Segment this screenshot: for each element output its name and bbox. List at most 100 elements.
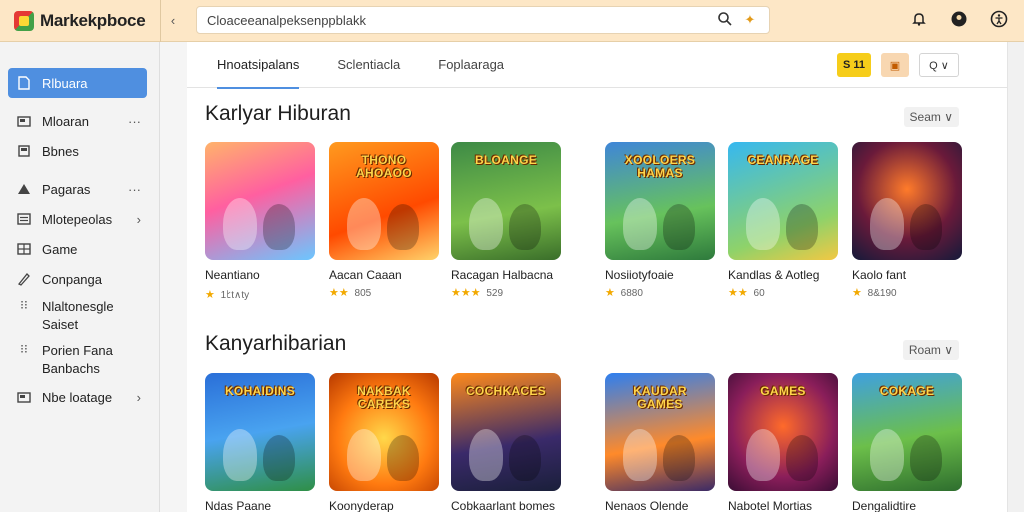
app-thumbnail[interactable] xyxy=(852,142,962,260)
app-card[interactable]: COCHKACES Cobkaarlant bomes xyxy=(451,373,561,512)
app-name[interactable]: Ndas Paane xyxy=(205,499,315,512)
app-rating: ★ 1ﾋt∧ty xyxy=(205,289,250,301)
app-name[interactable]: Nabotel Mortias xyxy=(728,499,838,512)
app-thumbnail[interactable]: GAMES xyxy=(728,373,838,491)
character-figure xyxy=(910,435,942,481)
character-figure xyxy=(786,435,818,481)
folder-icon xyxy=(16,390,32,404)
star-icon: ★★ xyxy=(728,287,748,299)
collapse-chevron-icon[interactable]: ‹ xyxy=(161,13,185,28)
view-toggle-button[interactable]: ▣ xyxy=(881,53,909,77)
app-rating: ★ 8&190 xyxy=(852,287,897,299)
app-name[interactable]: Dengalidtire xyxy=(852,499,962,512)
accessibility-icon[interactable] xyxy=(988,8,1010,30)
app-name[interactable]: Koonyderap xyxy=(329,499,439,512)
main-content: Hnoatsipalans Sclentiacla Foplaaraga S 1… xyxy=(187,42,1007,512)
folder-icon xyxy=(16,114,32,128)
search-icon[interactable] xyxy=(717,11,739,30)
app-name[interactable]: Nosiiotyfoaie xyxy=(605,268,715,282)
star-icon: ★ xyxy=(205,289,215,301)
app-card[interactable]: BLOANGE Racagan Halbacna ★★★ 529 xyxy=(451,142,561,299)
notifications-icon[interactable] xyxy=(908,8,930,30)
app-thumbnail[interactable]: XOOLOERS HAMAS xyxy=(605,142,715,260)
app-thumbnail[interactable]: CEANRAGE xyxy=(728,142,838,260)
sidebar-item-6[interactable]: Conpanga xyxy=(0,264,159,294)
app-card[interactable]: XOOLOERS HAMAS Nosiiotyfoaie ★ 6880 xyxy=(605,142,715,299)
sidebar-item-label: Mloaran xyxy=(42,113,89,129)
app-name[interactable]: Kandlas & Aotleg xyxy=(728,268,838,282)
app-thumbnail[interactable] xyxy=(205,142,315,260)
character-figure xyxy=(663,204,695,250)
account-icon[interactable] xyxy=(948,8,970,30)
app-card[interactable]: Kaolo fant ★ 8&190 xyxy=(852,142,962,299)
sidebar-item-8[interactable]: ⁝⁝ Porien Fana Banbachs xyxy=(0,338,159,382)
filter-button[interactable]: S 11 xyxy=(837,53,871,77)
tab-0[interactable]: Hnoatsipalans xyxy=(217,42,300,89)
character-figure xyxy=(263,435,295,481)
thumbnail-title: COKAGE xyxy=(879,384,935,398)
character-figure xyxy=(347,429,381,481)
sidebar-item-9[interactable]: Nbe loatage › xyxy=(0,382,159,412)
app-thumbnail[interactable]: KAUDAR GAMES xyxy=(605,373,715,491)
see-all-button[interactable]: Seam ∨ xyxy=(903,107,959,127)
list-icon xyxy=(16,212,32,226)
sidebar-item-label: Bbnes xyxy=(42,143,79,159)
sidebar-item-1[interactable]: Mloaran ··· xyxy=(0,106,159,136)
search-bar[interactable]: Cloaceeanalpeksenppblakk ✦ xyxy=(196,6,770,34)
search-input[interactable]: Cloaceeanalpeksenppblakk xyxy=(207,13,717,28)
app-name[interactable]: Kaolo fant xyxy=(852,268,962,282)
app-card[interactable]: KOHAIDINS Ndas Paane xyxy=(205,373,315,512)
star-icon: ★★ xyxy=(329,287,349,299)
app-card[interactable]: KAUDAR GAMES Nenaos Olende xyxy=(605,373,715,512)
voice-search-icon[interactable]: ✦ xyxy=(739,12,761,28)
app-card[interactable]: GAMES Nabotel Mortias xyxy=(728,373,838,512)
see-all-button[interactable]: Roam ∨ xyxy=(902,340,959,360)
app-thumbnail[interactable]: COCHKACES xyxy=(451,373,561,491)
thumbnail-title: NAKBAK CAREKS xyxy=(357,384,411,411)
more-icon[interactable]: ··· xyxy=(128,182,141,197)
sidebar-item-label: Rlbuara xyxy=(42,75,88,91)
sidebar-item-2[interactable]: Bbnes xyxy=(0,136,159,166)
sidebar-item-5[interactable]: Game xyxy=(0,234,159,264)
more-icon[interactable]: ··· xyxy=(128,114,141,129)
scrollbar[interactable] xyxy=(1007,42,1024,512)
sidebar-item-sublabel: Saiset xyxy=(42,317,79,332)
app-thumbnail[interactable]: NAKBAK CAREKS xyxy=(329,373,439,491)
app-card[interactable]: Neantiano ★ 1ﾋt∧ty xyxy=(205,142,315,301)
sidebar-item-label: Nlaltonesgle xyxy=(42,299,114,314)
app-card[interactable]: CEANRAGE Kandlas & Aotleg ★★ 60 xyxy=(728,142,838,299)
grid-icon xyxy=(16,242,32,256)
app-name[interactable]: Nenaos Olende xyxy=(605,499,715,512)
app-thumbnail[interactable]: COKAGE xyxy=(852,373,962,491)
app-thumbnail[interactable]: KOHAIDINS xyxy=(205,373,315,491)
thumbnail-title: XOOLOERS HAMAS xyxy=(624,153,696,180)
app-card[interactable]: NAKBAK CAREKS Koonyderap xyxy=(329,373,439,512)
tab-1[interactable]: Sclentiacla xyxy=(337,42,400,88)
app-name[interactable]: Cobkaarlant bomes xyxy=(451,499,561,512)
sidebar-item-4[interactable]: Mlotepeolas › xyxy=(0,204,159,234)
app-name[interactable]: Aacan Caaan xyxy=(329,268,439,282)
chevron-right-icon[interactable]: › xyxy=(137,390,141,405)
app-card[interactable]: COKAGE Dengalidtire xyxy=(852,373,962,512)
app-card[interactable]: THONO AHOAOO Aacan Caaan ★★ 805 xyxy=(329,142,439,299)
character-figure xyxy=(870,198,904,250)
document-icon xyxy=(16,76,32,90)
sort-dropdown[interactable]: Q ∨ xyxy=(919,53,959,77)
sidebar-item-7[interactable]: ⁝⁝ Nlaltonesgle Saiset xyxy=(0,294,159,338)
character-figure xyxy=(786,204,818,250)
dots-icon: ⁝⁝ xyxy=(20,342,28,356)
app-thumbnail[interactable]: THONO AHOAOO xyxy=(329,142,439,260)
character-figure xyxy=(746,429,780,481)
thumbnail-title: CEANRAGE xyxy=(747,153,819,167)
dots-icon: ⁝⁝ xyxy=(20,298,28,312)
app-name[interactable]: Neantiano xyxy=(205,268,315,282)
app-rating: ★★ 60 xyxy=(728,287,765,299)
chevron-right-icon[interactable]: › xyxy=(137,212,141,227)
logo[interactable]: Markekpboce xyxy=(0,0,160,42)
sidebar-item-3[interactable]: Pagaras ··· xyxy=(0,174,159,204)
sidebar-item-active[interactable]: Rlbuara xyxy=(8,68,147,98)
app-name[interactable]: Racagan Halbacna xyxy=(451,268,561,282)
tab-2[interactable]: Foplaaraga xyxy=(438,42,504,88)
app-thumbnail[interactable]: BLOANGE xyxy=(451,142,561,260)
character-figure xyxy=(870,429,904,481)
